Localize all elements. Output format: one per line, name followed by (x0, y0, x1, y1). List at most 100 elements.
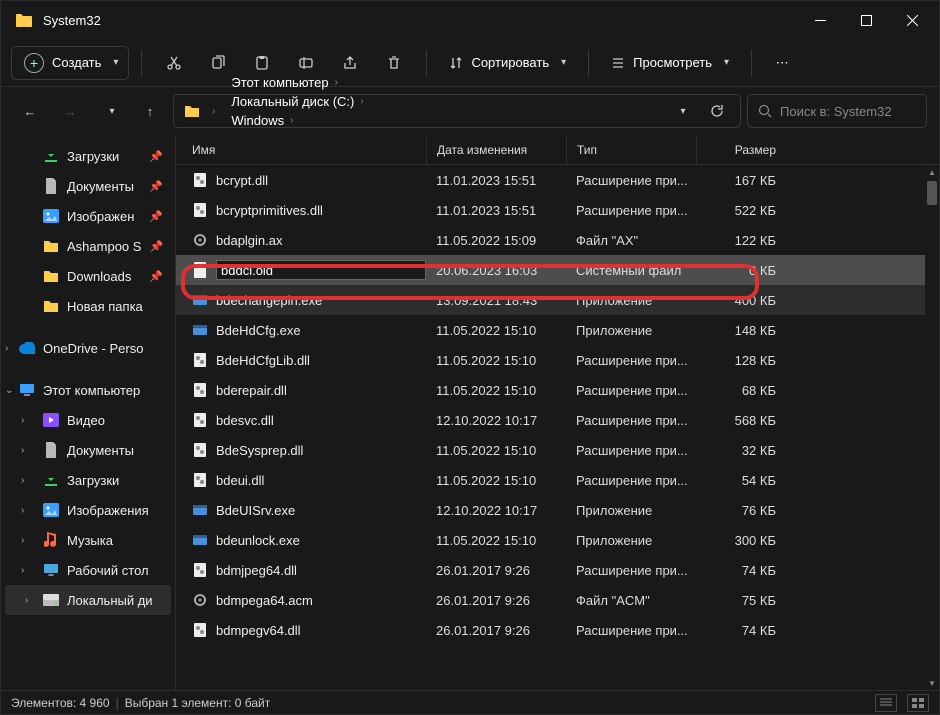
sidebar-onedrive[interactable]: ›OneDrive - Perso (1, 333, 175, 363)
file-type: Приложение (566, 533, 696, 548)
view-label: Просмотреть (633, 55, 712, 70)
file-row[interactable]: bdeunlock.exe11.05.2022 15:10Приложение3… (176, 525, 925, 555)
cut-button[interactable] (154, 45, 194, 81)
address-bar: ← → ▾ ↑ › Этот компьютер›Локальный диск … (1, 87, 939, 135)
folder-icon (15, 11, 33, 29)
file-row[interactable]: bdmpega64.acm26.01.2017 9:26Файл "ACM"75… (176, 585, 925, 615)
file-row[interactable]: 20.06.2023 16:03Системный файл0 КБ (176, 255, 925, 285)
file-row[interactable]: BdeUISrv.exe12.10.2022 10:17Приложение76… (176, 495, 925, 525)
file-name: BdeUISrv.exe (216, 503, 295, 518)
breadcrumb-item[interactable]: Этот компьютер› (227, 73, 369, 92)
file-size: 74 КБ (696, 563, 786, 578)
file-type: Файл "AX" (566, 233, 696, 248)
file-row[interactable]: BdeHdCfgLib.dll11.05.2022 15:10Расширени… (176, 345, 925, 375)
file-date: 11.05.2022 15:09 (426, 233, 566, 248)
pin-icon: 📌 (149, 150, 163, 163)
delete-button[interactable] (374, 45, 414, 81)
drive-icon (43, 592, 59, 608)
file-row[interactable]: bcrypt.dll11.01.2023 15:51Расширение при… (176, 165, 925, 195)
sidebar-pc[interactable]: ⌄Этот компьютер (1, 375, 175, 405)
file-date: 26.01.2017 9:26 (426, 593, 566, 608)
sidebar-item[interactable]: ›Рабочий стол (1, 555, 175, 585)
status-selection: Выбран 1 элемент: 0 байт (125, 696, 271, 710)
file-date: 20.06.2023 16:03 (426, 263, 566, 278)
sidebar-item[interactable]: Новая папка (1, 291, 175, 321)
sort-button[interactable]: Сортировать ▾ (439, 46, 576, 80)
scroll-thumb[interactable] (927, 181, 937, 205)
file-type: Расширение при... (566, 623, 696, 638)
create-button[interactable]: + Создать ▾ (11, 46, 129, 80)
sidebar-item[interactable]: ›Загрузки (1, 465, 175, 495)
file-size: 122 КБ (696, 233, 786, 248)
sidebar-item[interactable]: ›Видео (1, 405, 175, 435)
file-date: 13.09.2021 18:43 (426, 293, 566, 308)
col-type[interactable]: Тип (566, 135, 696, 164)
address-dropdown[interactable]: ▾ (664, 94, 698, 128)
rename-input[interactable] (216, 260, 426, 280)
up-button[interactable]: ↑ (133, 94, 167, 128)
col-size[interactable]: Размер (696, 135, 786, 164)
back-button[interactable]: ← (13, 94, 47, 128)
file-row[interactable]: bdmjpeg64.dll26.01.2017 9:26Расширение п… (176, 555, 925, 585)
column-headers: Имя Дата изменения Тип Размер (176, 135, 939, 165)
file-row[interactable]: BdeSysprep.dll11.05.2022 15:10Расширение… (176, 435, 925, 465)
minimize-button[interactable] (797, 1, 843, 39)
folder-icon (184, 104, 200, 118)
vertical-scrollbar[interactable]: ▲ ▼ (925, 165, 939, 690)
file-type: Расширение при... (566, 383, 696, 398)
file-date: 11.05.2022 15:10 (426, 473, 566, 488)
file-date: 11.05.2022 15:10 (426, 383, 566, 398)
col-name[interactable]: Имя (176, 143, 426, 157)
file-list[interactable]: bcrypt.dll11.01.2023 15:51Расширение при… (176, 165, 925, 690)
sidebar-item[interactable]: ›Локальный ди (5, 585, 171, 615)
file-row[interactable]: bcryptprimitives.dll11.01.2023 15:51Расш… (176, 195, 925, 225)
file-row[interactable]: bdmpegv64.dll26.01.2017 9:26Расширение п… (176, 615, 925, 645)
search-box[interactable]: Поиск в: System32 (747, 94, 927, 128)
more-button[interactable]: ⋯ (764, 46, 800, 80)
breadcrumb-item[interactable]: Локальный диск (C:)› (227, 92, 369, 111)
sidebar-item[interactable]: Документы📌 (1, 171, 175, 201)
sidebar-item[interactable]: Downloads📌 (1, 261, 175, 291)
file-row[interactable]: bdeui.dll11.05.2022 15:10Расширение при.… (176, 465, 925, 495)
sidebar-item[interactable]: ›Документы (1, 435, 175, 465)
file-row[interactable]: bdechangepin.exe13.09.2021 18:43Приложен… (176, 285, 925, 315)
breadcrumb-item[interactable]: Windows› (227, 111, 369, 130)
history-button[interactable]: ▾ (93, 94, 127, 128)
close-button[interactable] (889, 1, 935, 39)
col-date[interactable]: Дата изменения (426, 135, 566, 164)
maximize-button[interactable] (843, 1, 889, 39)
file-row[interactable]: bdesvc.dll12.10.2022 10:17Расширение при… (176, 405, 925, 435)
refresh-button[interactable] (700, 94, 734, 128)
sidebar-item[interactable]: ›Музыка (1, 525, 175, 555)
file-row[interactable]: bdaplgin.ax11.05.2022 15:09Файл "AX"122 … (176, 225, 925, 255)
file-type: Расширение при... (566, 173, 696, 188)
view-details-button[interactable] (875, 694, 897, 712)
file-row[interactable]: BdeHdCfg.exe11.05.2022 15:10Приложение14… (176, 315, 925, 345)
file-type: Приложение (566, 293, 696, 308)
explorer-window: System32 + Создать ▾ Сортировать ▾ Просм… (0, 0, 940, 715)
sidebar-item[interactable]: ›Изображения (1, 495, 175, 525)
pc-icon (19, 382, 35, 398)
titlebar: System32 (1, 1, 939, 39)
pictures-icon (43, 208, 59, 224)
file-size: 74 КБ (696, 623, 786, 638)
file-icon (192, 382, 208, 398)
downloads-icon (43, 472, 59, 488)
address-box[interactable]: › Этот компьютер›Локальный диск (C:)›Win… (173, 94, 741, 128)
forward-button[interactable]: → (53, 94, 87, 128)
sidebar-item[interactable]: Загрузки📌 (1, 141, 175, 171)
file-name: bdmjpeg64.dll (216, 563, 297, 578)
crumb-chevron[interactable]: › (206, 104, 221, 119)
view-tiles-button[interactable] (907, 694, 929, 712)
file-date: 11.05.2022 15:10 (426, 533, 566, 548)
file-icon (192, 442, 208, 458)
sidebar-item[interactable]: Ashampoo S📌 (1, 231, 175, 261)
sort-label: Сортировать (471, 55, 549, 70)
file-date: 11.01.2023 15:51 (426, 173, 566, 188)
view-button[interactable]: Просмотреть ▾ (601, 46, 739, 80)
sidebar-item[interactable]: Изображен📌 (1, 201, 175, 231)
file-row[interactable]: bderepair.dll11.05.2022 15:10Расширение … (176, 375, 925, 405)
sort-icon (449, 56, 463, 70)
window-title: System32 (43, 13, 797, 28)
file-size: 300 КБ (696, 533, 786, 548)
